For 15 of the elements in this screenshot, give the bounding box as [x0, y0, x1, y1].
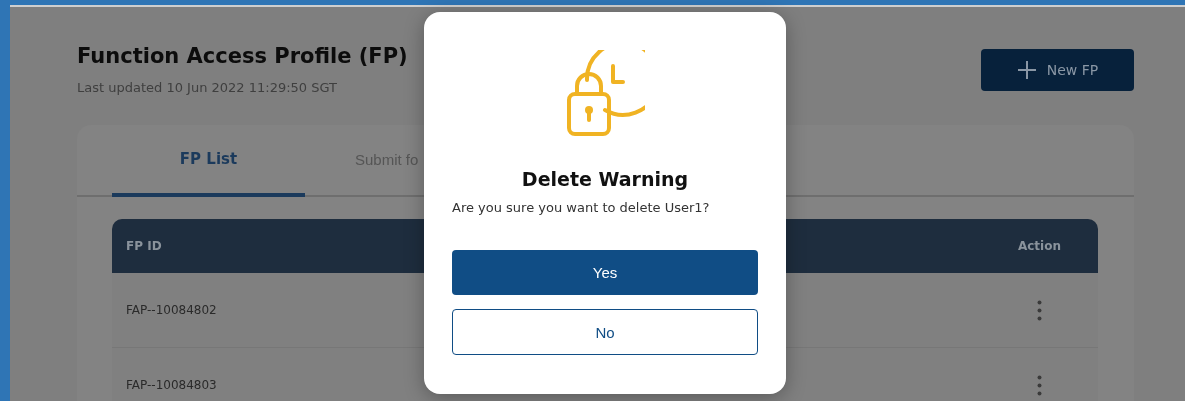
column-header: Action [1016, 239, 1062, 253]
tab[interactable]: FP List [112, 125, 305, 197]
more-options-icon[interactable] [1037, 374, 1042, 396]
no-button[interactable]: No [452, 309, 758, 355]
table-cell: FAP--10084802 [126, 303, 217, 317]
yes-button[interactable]: Yes [452, 250, 758, 295]
more-options-icon[interactable] [1037, 299, 1042, 321]
dialog-message: Are you sure you want to delete User1? [452, 200, 710, 215]
dialog-title: Delete Warning [521, 168, 689, 190]
last-updated-text: Last updated 10 Jun 2022 11:29:50 SGT [77, 80, 339, 95]
plus-icon [1016, 60, 1037, 80]
column-header: FP ID [126, 239, 162, 253]
new-fp-button[interactable]: New FP [981, 49, 1134, 91]
page-title: Function Access Profile (FP) [77, 44, 408, 68]
table-cell: FAP--10084803 [126, 378, 217, 392]
